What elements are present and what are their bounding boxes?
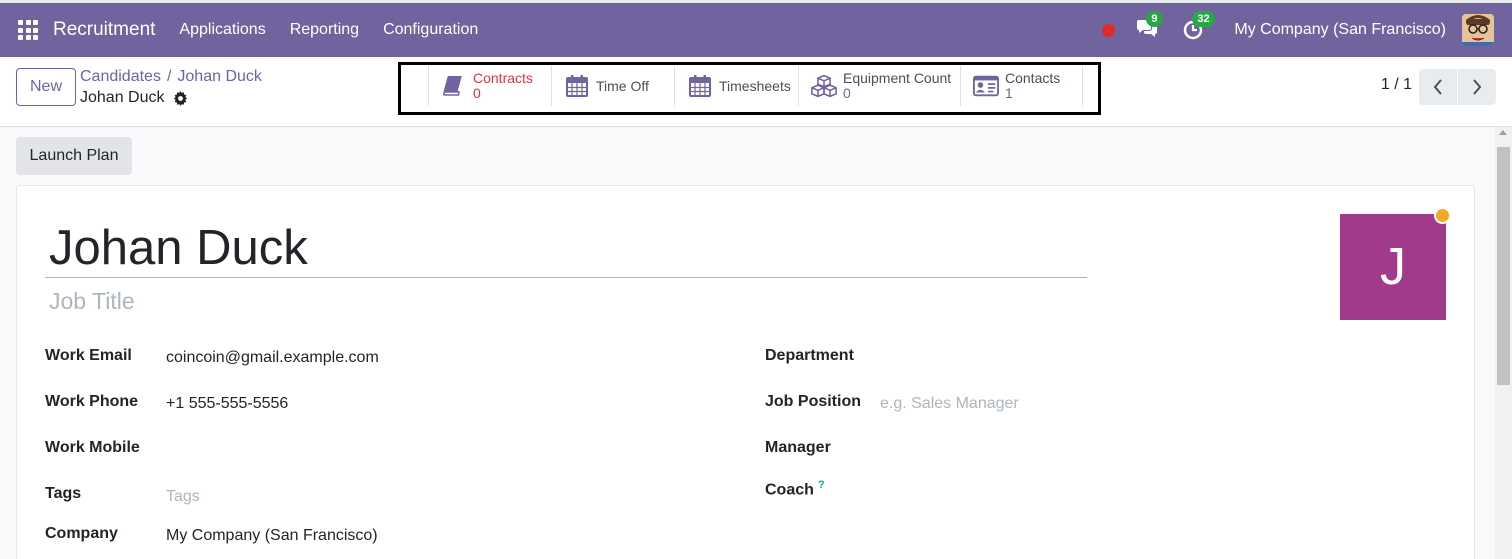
- chevron-right-icon: [1473, 79, 1482, 95]
- coach-help-icon[interactable]: ?: [818, 479, 825, 491]
- top-navbar: Recruitment Applications Reporting Confi…: [0, 3, 1512, 57]
- job-position-field[interactable]: e.g. Sales Manager: [880, 395, 1019, 413]
- user-avatar[interactable]: [1462, 14, 1494, 46]
- id-card-icon: [973, 75, 999, 97]
- equipment-count-label: Equipment Count: [843, 70, 952, 86]
- work-phone-label: Work Phone: [45, 393, 139, 410]
- user-face-icon: [1462, 14, 1494, 46]
- work-mobile-field[interactable]: [166, 441, 466, 461]
- app-brand[interactable]: Recruitment: [53, 19, 155, 41]
- work-phone-field[interactable]: +1 555-555-5556: [166, 395, 288, 413]
- employee-photo[interactable]: J: [1340, 214, 1446, 320]
- work-mobile-label: Work Mobile: [45, 439, 140, 456]
- smart-buttons: Contracts 0 Time Off Timesheets Equipmen…: [428, 66, 1083, 106]
- contracts-smart-button[interactable]: Contracts 0: [428, 66, 551, 106]
- messages-count-badge: 9: [1146, 11, 1163, 27]
- launch-plan-button[interactable]: Launch Plan: [16, 137, 132, 175]
- record-name: Johan Duck: [80, 89, 165, 106]
- tags-field[interactable]: Tags: [166, 488, 200, 506]
- activities-count-badge: 32: [1192, 11, 1215, 27]
- tags-label: Tags: [45, 485, 82, 502]
- manager-field[interactable]: [880, 441, 1180, 461]
- timesheets-label: Timesheets: [719, 77, 791, 94]
- breadcrumb-separator: /: [166, 68, 172, 85]
- coach-label-text: Coach: [765, 481, 814, 499]
- work-email-field[interactable]: coincoin@gmail.example.com: [166, 349, 379, 367]
- name-field-underline: [45, 277, 1087, 278]
- menu-applications[interactable]: Applications: [179, 21, 265, 39]
- company-field[interactable]: My Company (San Francisco): [166, 527, 378, 545]
- recording-indicator-icon[interactable]: [1102, 23, 1116, 37]
- time-off-label: Time Off: [596, 77, 649, 94]
- company-switcher[interactable]: My Company (San Francisco): [1234, 21, 1446, 39]
- coach-label: Coach?: [765, 479, 825, 499]
- equipment-count-value: 0: [843, 85, 851, 101]
- department-label: Department: [765, 347, 854, 364]
- time-off-smart-button[interactable]: Time Off: [551, 66, 674, 106]
- department-field[interactable]: [880, 349, 1180, 369]
- cubes-icon: [811, 74, 837, 98]
- scroll-up-arrow-icon[interactable]: [1499, 130, 1507, 135]
- breadcrumb-candidates[interactable]: Candidates: [80, 68, 161, 85]
- pager-value[interactable]: 1 / 1: [1381, 76, 1412, 94]
- control-panel: New Candidates / Johan Duck Johan Duck Con…: [0, 57, 1512, 127]
- pager-previous-button[interactable]: [1419, 69, 1457, 105]
- job-position-label: Job Position: [765, 393, 861, 410]
- contacts-count: 1: [1005, 85, 1013, 101]
- record-title: Johan Duck: [80, 89, 188, 107]
- breadcrumb-johan-duck[interactable]: Johan Duck: [177, 68, 262, 85]
- contracts-count: 0: [473, 85, 481, 101]
- gear-icon[interactable]: [173, 90, 188, 106]
- menu-reporting[interactable]: Reporting: [290, 21, 359, 39]
- book-icon: [443, 76, 462, 96]
- scrollbar-thumb[interactable]: [1497, 147, 1510, 385]
- pager-buttons: [1419, 69, 1496, 105]
- calendar-icon: [566, 75, 588, 97]
- work-email-label: Work Email: [45, 347, 132, 364]
- new-button[interactable]: New: [16, 68, 76, 106]
- apps-grid-icon[interactable]: [18, 20, 38, 40]
- contacts-smart-button[interactable]: Contacts 1: [960, 66, 1083, 106]
- messages-button[interactable]: 9: [1132, 11, 1163, 45]
- breadcrumb: Candidates / Johan Duck: [80, 68, 262, 86]
- timesheets-smart-button[interactable]: Timesheets: [674, 66, 798, 106]
- contacts-label: Contacts: [1005, 70, 1061, 86]
- manager-label: Manager: [765, 439, 831, 456]
- job-title-field[interactable]: Job Title: [49, 288, 135, 315]
- contracts-label: Contracts: [473, 70, 533, 86]
- equipment-count-smart-button[interactable]: Equipment Count 0: [798, 66, 960, 106]
- calendar-icon: [689, 75, 711, 97]
- activities-button[interactable]: 32: [1178, 11, 1215, 45]
- presence-status-icon: [1434, 207, 1451, 224]
- pager-next-button[interactable]: [1458, 69, 1496, 105]
- employee-name-field[interactable]: Johan Duck: [49, 220, 308, 276]
- company-label: Company: [45, 525, 118, 542]
- chevron-left-icon: [1433, 79, 1442, 95]
- menu-configuration[interactable]: Configuration: [383, 21, 478, 39]
